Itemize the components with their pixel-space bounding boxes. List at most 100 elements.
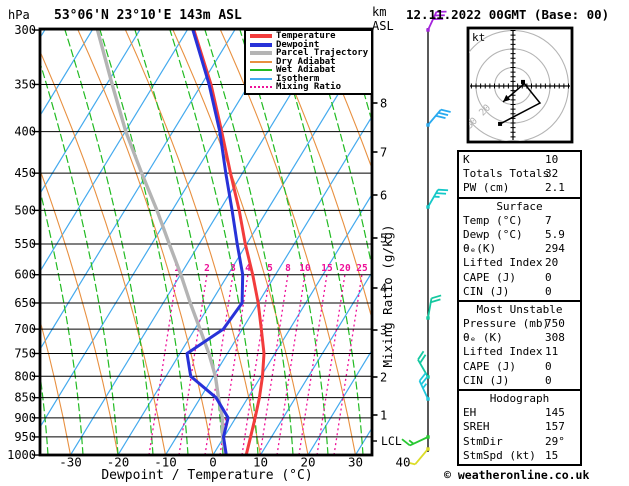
legend-line-swatch — [250, 69, 272, 71]
mixing-ratio-value-label: 8 — [285, 263, 291, 274]
pressure-tick-label: 700 — [14, 322, 36, 336]
dry-adiabat-line — [31, 30, 166, 455]
temp-tick-label: 0 — [209, 455, 217, 470]
pressure-tick-label: 400 — [14, 125, 36, 139]
stat-value: 5.9 — [545, 228, 565, 242]
wet-adiabat-line — [590, 30, 629, 455]
wind-barb — [410, 446, 428, 466]
pressure-tick-label: 950 — [14, 430, 36, 444]
mixing-ratio-line — [317, 274, 345, 455]
stat-label: PW (cm) — [463, 181, 509, 194]
mixing-ratio-value-label: 2 — [204, 263, 210, 274]
skewt-screenshot: 3003504004505005506006507007508008509009… — [0, 0, 629, 486]
wind-barb — [428, 186, 448, 212]
stat-value: 0 — [545, 271, 552, 285]
stat-label: CIN (J) — [463, 374, 509, 387]
km-tick-label: 1 — [380, 409, 387, 423]
stat-value: 145 — [545, 406, 565, 420]
stat-value: 308 — [545, 331, 565, 345]
mixing-ratio-value-label: 10 — [299, 263, 311, 274]
pressure-tick-label: 500 — [14, 203, 36, 217]
stat-label: Pressure (mb) — [463, 317, 549, 330]
stat-row: θₑ(K)294 — [459, 242, 580, 256]
stat-row: θₑ (K) 308 — [459, 331, 580, 345]
stats-box-surface: SurfaceTemp (°C)7Dewp (°C)5.9θₑ(K)294Lif… — [457, 197, 582, 302]
temp-tick-label: -20 — [107, 455, 130, 470]
stats-box-indices: K10Totals Totals32PW (cm)2.1 — [457, 150, 582, 199]
stat-value: 750 — [545, 317, 565, 331]
legend-item-mixing-ratio: Mixing Ratio — [248, 83, 371, 92]
stat-label: Lifted Index — [463, 345, 542, 358]
hodograph-point-marker — [521, 80, 525, 84]
mixing-ratio-value-label: 20 — [339, 263, 351, 274]
wind-barb — [428, 294, 441, 320]
stats-box-title: Hodograph — [459, 392, 580, 406]
stat-label: CAPE (J) — [463, 271, 516, 284]
wind-level-dot — [426, 28, 429, 31]
stat-value: 29° — [545, 435, 565, 449]
stat-label: EH — [463, 406, 476, 419]
wind-level-dot — [426, 205, 429, 208]
stat-row: Dewp (°C) 5.9 — [459, 228, 580, 242]
mixing-ratio-line — [179, 274, 207, 455]
temp-tick-label: 10 — [253, 455, 268, 470]
hodograph-unit-label: kt — [472, 31, 485, 44]
stat-label: K — [463, 153, 470, 166]
dry-adiabat-line — [78, 30, 213, 455]
stat-row: CIN (J)0 — [459, 285, 580, 299]
dry-adiabat-line — [126, 30, 261, 455]
stat-value: 0 — [545, 360, 552, 374]
km-tick-label: 6 — [380, 189, 387, 203]
stat-label: Dewp (°C) — [463, 228, 523, 241]
stat-value: 0 — [545, 374, 552, 388]
temp-tick-label: 30 — [348, 455, 363, 470]
pressure-tick-label: 800 — [14, 369, 36, 383]
stat-label: StmDir — [463, 435, 503, 448]
km-tick-label: 7 — [380, 146, 387, 160]
stats-box-title: Most Unstable — [459, 303, 580, 317]
wind-barb-column — [402, 8, 451, 466]
stat-label: StmSpd (kt) — [463, 449, 536, 462]
stat-row: Totals Totals32 — [459, 167, 580, 181]
mixing-ratio-value-label: 25 — [356, 263, 368, 274]
chart-legend: TemperatureDewpointParcel TrajectoryDry … — [244, 29, 373, 95]
stat-label: SREH — [463, 420, 490, 433]
km-tick-label: 8 — [380, 97, 387, 111]
stat-row: CAPE (J) 0 — [459, 271, 580, 285]
stat-value: 15 — [545, 449, 558, 463]
lcl-label: LCL — [381, 434, 402, 448]
stat-value: 20 — [545, 256, 558, 270]
stat-label: Totals Totals — [463, 167, 549, 180]
legend-line-swatch — [250, 86, 272, 88]
mixing-ratio-axis-label: Mixing Ratio (g/kg) — [380, 225, 395, 368]
wind-level-dot — [426, 447, 429, 450]
stat-value: 157 — [545, 420, 565, 434]
stat-row: Lifted Index11 — [459, 345, 580, 359]
pressure-tick-label: 600 — [14, 268, 36, 282]
mixing-ratio-value-label: 5 — [267, 263, 273, 274]
stat-row: StmDir 29° — [459, 435, 580, 449]
pressure-tick-label: 350 — [14, 77, 36, 91]
wind-level-dot — [426, 316, 429, 319]
pressure-tick-label: 450 — [14, 166, 36, 180]
stat-label: CIN (J) — [463, 285, 509, 298]
pressure-tick-label: 550 — [14, 237, 36, 251]
stat-label: Temp (°C) — [463, 214, 523, 227]
stat-row: EH 145 — [459, 406, 580, 420]
stat-value: 32 — [545, 167, 558, 181]
temp-tick-label: -30 — [59, 455, 82, 470]
km-tick-label: 2 — [380, 371, 387, 385]
stat-value: 7 — [545, 214, 552, 228]
stat-row: Pressure (mb)750 — [459, 317, 580, 331]
legend-line-swatch — [250, 51, 272, 55]
stat-row: K10 — [459, 153, 580, 167]
legend-line-swatch — [250, 61, 272, 63]
stat-row: CIN (J) 0 — [459, 374, 580, 388]
stat-row: CAPE (J)0 — [459, 360, 580, 374]
stat-value: 294 — [545, 242, 565, 256]
wind-level-dot — [426, 435, 429, 438]
stat-label: θₑ (K) — [463, 331, 503, 344]
stats-box-hodograph: HodographEH 145 SREH 157 StmDir 29° StmSpd (kt… — [457, 389, 582, 466]
stat-row: Lifted Index20 — [459, 256, 580, 270]
wind-level-dot — [426, 397, 429, 400]
